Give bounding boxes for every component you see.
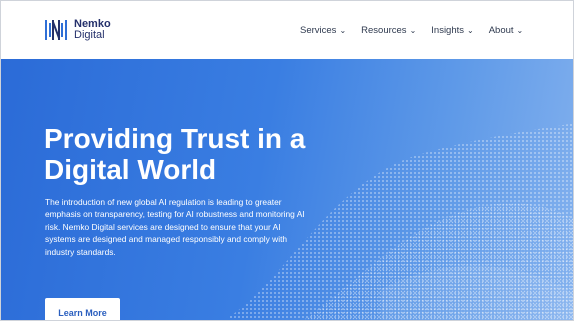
chevron-down-icon: ⌄ [467,25,474,35]
brand-logo[interactable]: Nemko Digital [43,17,111,43]
nemko-logo-icon [45,20,67,40]
chevron-down-icon: ⌄ [409,25,417,35]
chevron-down-icon: ⌄ [516,25,524,35]
brand-wordmark: Nemko Digital [74,19,111,41]
nav-item-label: Insights [431,24,465,36]
dotted-wave-graphic [224,123,573,320]
hero-intro-text: The introduction of new global AI regula… [45,197,305,257]
hero-headline: Providing Trust in a Digital World [44,123,374,185]
nav-item-label: Services [300,24,337,36]
browser-viewport: Nemko Digital Services ⌄ Resources ⌄ Ins… [0,0,574,321]
hero-section: Providing Trust in a Digital World The i… [1,59,573,320]
nav-item-services[interactable]: Services ⌄ [300,25,346,36]
nav-item-about[interactable]: About ⌄ [489,25,524,36]
nav-item-label: About [488,24,514,36]
hero-headline-line-1: Providing Trust in a [44,123,306,154]
brand-subname: Digital [74,29,105,41]
nav-item-resources[interactable]: Resources ⌄ [361,25,416,36]
nav-item-insights[interactable]: Insights ⌄ [431,25,473,36]
site-header: Nemko Digital Services ⌄ Resources ⌄ Ins… [1,1,573,59]
main-nav: Services ⌄ Resources ⌄ Insights ⌄ About … [300,1,538,59]
chevron-down-icon: ⌄ [339,25,347,35]
learn-more-button[interactable]: Learn More [45,298,120,320]
hero-headline-line-2: Digital World [44,154,217,185]
nav-item-label: Resources [361,24,407,36]
